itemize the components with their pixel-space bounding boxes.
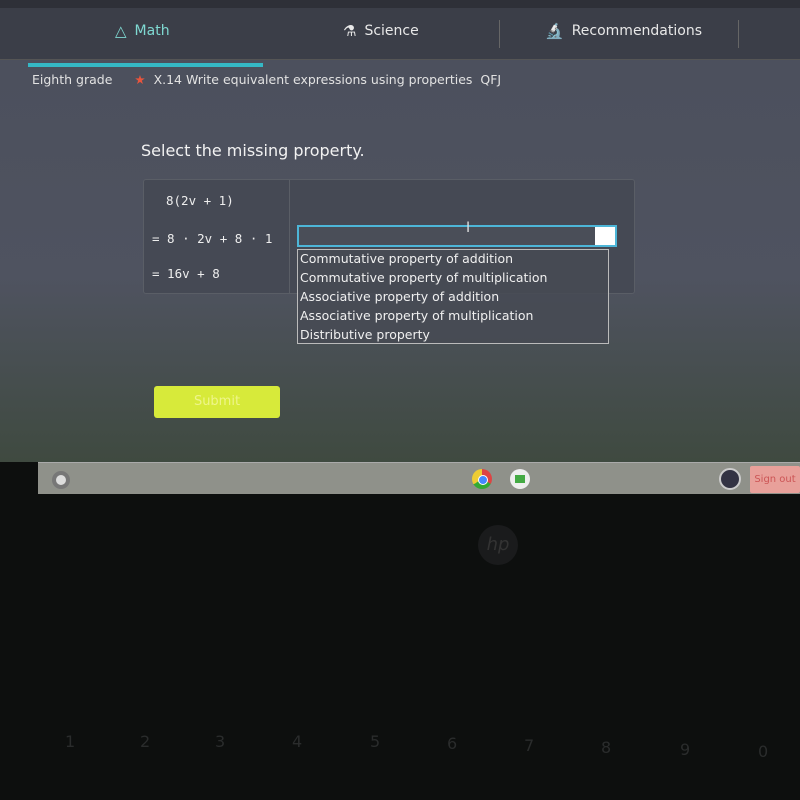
option[interactable]: Associative property of addition: [298, 288, 608, 307]
step-1: 8(2v + 1): [166, 193, 234, 208]
chrome-icon[interactable]: [472, 469, 492, 489]
key: 0: [758, 742, 769, 761]
flask-icon: ⚗: [343, 22, 357, 40]
key: 8: [601, 738, 612, 757]
question-prompt: Select the missing property.: [141, 141, 365, 160]
os-shelf: Sign out: [38, 462, 800, 494]
key: 5: [370, 732, 381, 751]
key: 9: [680, 740, 691, 759]
breadcrumb: Eighth grade ★ X.14 Write equivalent exp…: [32, 72, 501, 87]
tab-label: Recommendations: [571, 23, 703, 39]
divider: [499, 20, 500, 48]
avatar[interactable]: [719, 468, 741, 490]
tab-science[interactable]: ⚗ Science: [343, 22, 419, 40]
option[interactable]: Associative property of multiplication: [298, 307, 608, 326]
tab-label: Math: [134, 23, 170, 39]
hp-logo: hp: [478, 525, 518, 565]
skill-code: QFJ: [480, 72, 502, 87]
triangle-ruler-icon: △: [115, 22, 127, 40]
step-3: = 16v + 8: [152, 266, 220, 281]
sign-out-button[interactable]: Sign out: [750, 466, 800, 493]
property-select[interactable]: [297, 225, 617, 247]
skill-title: ★ X.14 Write equivalent expressions usin…: [134, 72, 501, 87]
key: 6: [447, 734, 458, 753]
divider: [738, 20, 739, 48]
grade-link[interactable]: Eighth grade: [32, 72, 112, 87]
option[interactable]: Distributive property: [298, 326, 608, 345]
key: 1: [65, 732, 76, 751]
microscope-icon: 🔬: [545, 22, 564, 40]
key: 7: [524, 736, 535, 755]
select-arrow-button[interactable]: [595, 227, 615, 245]
tab-recommendations[interactable]: 🔬 Recommendations: [545, 22, 702, 40]
skill-name: X.14 Write equivalent expressions using …: [153, 72, 473, 87]
subject-nav: △ Math ⚗ Science 🔬 Recommendations: [0, 8, 800, 67]
text-cursor-icon: I: [466, 220, 471, 236]
key: 3: [215, 732, 226, 751]
star-icon: ★: [134, 72, 146, 87]
tab-math[interactable]: △ Math: [115, 22, 170, 40]
tab-label: Science: [364, 23, 419, 39]
launcher-icon[interactable]: [52, 471, 70, 489]
browser-top-bar: [0, 0, 800, 8]
classroom-icon[interactable]: [510, 469, 530, 489]
active-tab-indicator: [28, 63, 263, 67]
key: 2: [140, 732, 151, 751]
submit-button[interactable]: Submit: [154, 386, 280, 418]
option[interactable]: Commutative property of addition: [298, 250, 608, 269]
option[interactable]: Commutative property of multiplication: [298, 269, 608, 288]
dropdown-options: Commutative property of addition Commuta…: [297, 249, 609, 344]
screen: △ Math ⚗ Science 🔬 Recommendations Eighth g…: [0, 0, 800, 462]
key: 4: [292, 732, 303, 751]
step-2: = 8 · 2v + 8 · 1: [152, 231, 273, 246]
